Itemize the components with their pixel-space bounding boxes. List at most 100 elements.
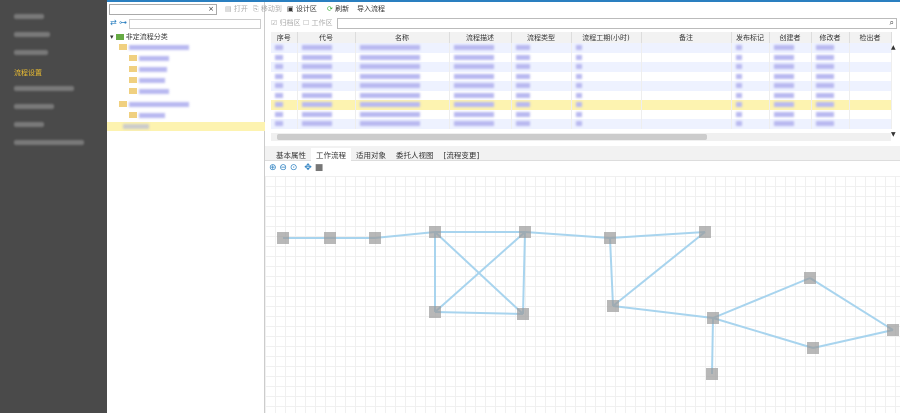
sidebar-item[interactable] bbox=[0, 8, 107, 26]
table-row[interactable] bbox=[271, 43, 892, 53]
category-combo[interactable]: × bbox=[109, 4, 217, 15]
import-button[interactable]: 导入流程 bbox=[357, 4, 385, 15]
flow-edge bbox=[809, 277, 894, 331]
table-row[interactable] bbox=[271, 71, 892, 81]
tree-node[interactable] bbox=[119, 100, 189, 109]
flow-node[interactable] bbox=[369, 232, 381, 244]
zoom-toolbar: ⊕ ⊖ ⊙ ✥ ■ bbox=[269, 163, 323, 173]
design-button[interactable]: ▣ 设计区 bbox=[287, 4, 317, 15]
flow-edge bbox=[609, 237, 614, 307]
work-checkbox[interactable]: ☐ 工作区 bbox=[303, 18, 333, 29]
refresh-icon[interactable]: ⇄ bbox=[110, 18, 117, 27]
flow-node[interactable] bbox=[324, 232, 336, 244]
flow-node[interactable] bbox=[517, 308, 529, 320]
sidebar-item-process-settings[interactable]: 流程设置 bbox=[0, 62, 107, 80]
flow-node[interactable] bbox=[429, 226, 441, 238]
flow-node[interactable] bbox=[699, 226, 711, 238]
flow-edge bbox=[609, 231, 706, 239]
tree-node[interactable] bbox=[129, 111, 165, 120]
flow-edge bbox=[712, 317, 814, 349]
move-button[interactable]: ⎘ 移动到 bbox=[253, 4, 282, 15]
column-header[interactable]: 检出者 bbox=[849, 32, 892, 43]
process-table: 序号 代号 名称 流程描述 流程类型 流程工期(小时) 备注 发布标记 创建者 修改者 检出者 bbox=[271, 32, 892, 129]
column-header[interactable]: 代号 bbox=[297, 32, 356, 43]
horizontal-scrollbar[interactable] bbox=[271, 133, 891, 141]
column-header[interactable]: 修改者 bbox=[811, 32, 850, 43]
flow-edge bbox=[812, 329, 894, 349]
column-header[interactable]: 名称 bbox=[355, 32, 450, 43]
tree-root[interactable]: ▾ 非定流程分类 bbox=[110, 32, 168, 41]
tree-panel: × ⇄ ⊶ ▾ 非定流程分类 bbox=[107, 2, 265, 413]
tree-node[interactable] bbox=[129, 76, 165, 85]
sidebar-item[interactable] bbox=[0, 116, 107, 134]
fit-icon[interactable]: ✥ bbox=[304, 163, 312, 173]
flow-edge bbox=[434, 311, 524, 315]
column-header[interactable]: 创建者 bbox=[769, 32, 812, 43]
table-row[interactable] bbox=[271, 90, 892, 100]
zoom-out-icon[interactable]: ⊖ bbox=[279, 163, 287, 173]
flow-edge bbox=[612, 231, 706, 307]
workflow-diagram bbox=[277, 226, 899, 380]
flow-node[interactable] bbox=[807, 342, 819, 354]
flow-node[interactable] bbox=[706, 368, 718, 380]
column-header[interactable]: 备注 bbox=[641, 32, 732, 43]
tab[interactable]: 工作流程 bbox=[311, 148, 351, 164]
tree-node[interactable] bbox=[129, 65, 167, 74]
table-row[interactable] bbox=[271, 109, 892, 119]
tree-icon[interactable]: ⊶ bbox=[119, 18, 127, 27]
flow-node[interactable] bbox=[887, 324, 899, 336]
tab[interactable]: 委托人视图 bbox=[391, 148, 439, 163]
sidebar: 流程设置 bbox=[0, 0, 107, 413]
tab[interactable]: [流程变更] bbox=[439, 148, 485, 163]
flow-edge bbox=[612, 305, 714, 319]
tree-node[interactable] bbox=[129, 87, 169, 96]
tree-node-selected[interactable] bbox=[107, 122, 265, 131]
archive-checkbox[interactable]: ☑ 归档区 bbox=[271, 18, 301, 29]
workflow-canvas[interactable] bbox=[265, 176, 900, 413]
column-header[interactable]: 流程描述 bbox=[449, 32, 512, 43]
tab[interactable]: 基本属性 bbox=[271, 148, 311, 163]
tree-node[interactable] bbox=[119, 43, 189, 52]
zoom-in-icon[interactable]: ⊕ bbox=[269, 163, 277, 173]
sidebar-item[interactable] bbox=[0, 44, 107, 62]
search-input[interactable]: ⌕ bbox=[337, 18, 897, 29]
flow-node[interactable] bbox=[607, 300, 619, 312]
flow-edge bbox=[522, 231, 526, 315]
sidebar-item[interactable] bbox=[0, 26, 107, 44]
vertical-scrollbar[interactable]: ▲ ▼ bbox=[891, 44, 898, 139]
refresh-icon: ⟳ bbox=[327, 5, 333, 13]
open-button[interactable]: ▤ 打开 bbox=[225, 4, 248, 15]
main-panel: ▤ 打开 ⎘ 移动到 ▣ 设计区 ⟳ 刷新 导入流程 ☑ 归档区 ☐ 工作区 ⌕… bbox=[225, 2, 900, 413]
flow-edge bbox=[712, 277, 811, 319]
tree-node[interactable] bbox=[129, 54, 169, 63]
tab-bar: 基本属性 工作流程 适用对象 委托人视图 [流程变更] bbox=[271, 148, 485, 164]
flow-edge bbox=[524, 231, 611, 239]
refresh-button[interactable]: ⟳ 刷新 bbox=[327, 4, 349, 15]
tree-search-input[interactable] bbox=[129, 19, 261, 29]
clear-icon[interactable]: × bbox=[208, 5, 214, 13]
column-header[interactable]: 发布标记 bbox=[731, 32, 770, 43]
table-row[interactable] bbox=[271, 52, 892, 62]
table-row[interactable] bbox=[271, 81, 892, 91]
sidebar-item[interactable] bbox=[0, 98, 107, 116]
search-icon: ⌕ bbox=[889, 18, 894, 27]
table-row[interactable] bbox=[271, 119, 892, 129]
flow-edge bbox=[711, 317, 714, 375]
tab[interactable]: 适用对象 bbox=[351, 148, 391, 163]
sidebar-item[interactable] bbox=[0, 80, 107, 98]
column-header[interactable]: 流程工期(小时) bbox=[571, 32, 642, 43]
flow-node[interactable] bbox=[429, 306, 441, 318]
zoom-reset-icon[interactable]: ⊙ bbox=[290, 163, 298, 173]
flow-node[interactable] bbox=[707, 312, 719, 324]
flow-node[interactable] bbox=[604, 232, 616, 244]
flow-node[interactable] bbox=[804, 272, 816, 284]
table-row[interactable] bbox=[271, 100, 892, 110]
column-header[interactable]: 序号 bbox=[271, 32, 298, 43]
flow-edge bbox=[374, 231, 436, 239]
flow-node[interactable] bbox=[277, 232, 289, 244]
sidebar-item[interactable] bbox=[0, 134, 107, 152]
column-header[interactable]: 流程类型 bbox=[511, 32, 572, 43]
flow-node[interactable] bbox=[519, 226, 531, 238]
print-icon[interactable]: ■ bbox=[315, 163, 324, 173]
table-row[interactable] bbox=[271, 62, 892, 72]
